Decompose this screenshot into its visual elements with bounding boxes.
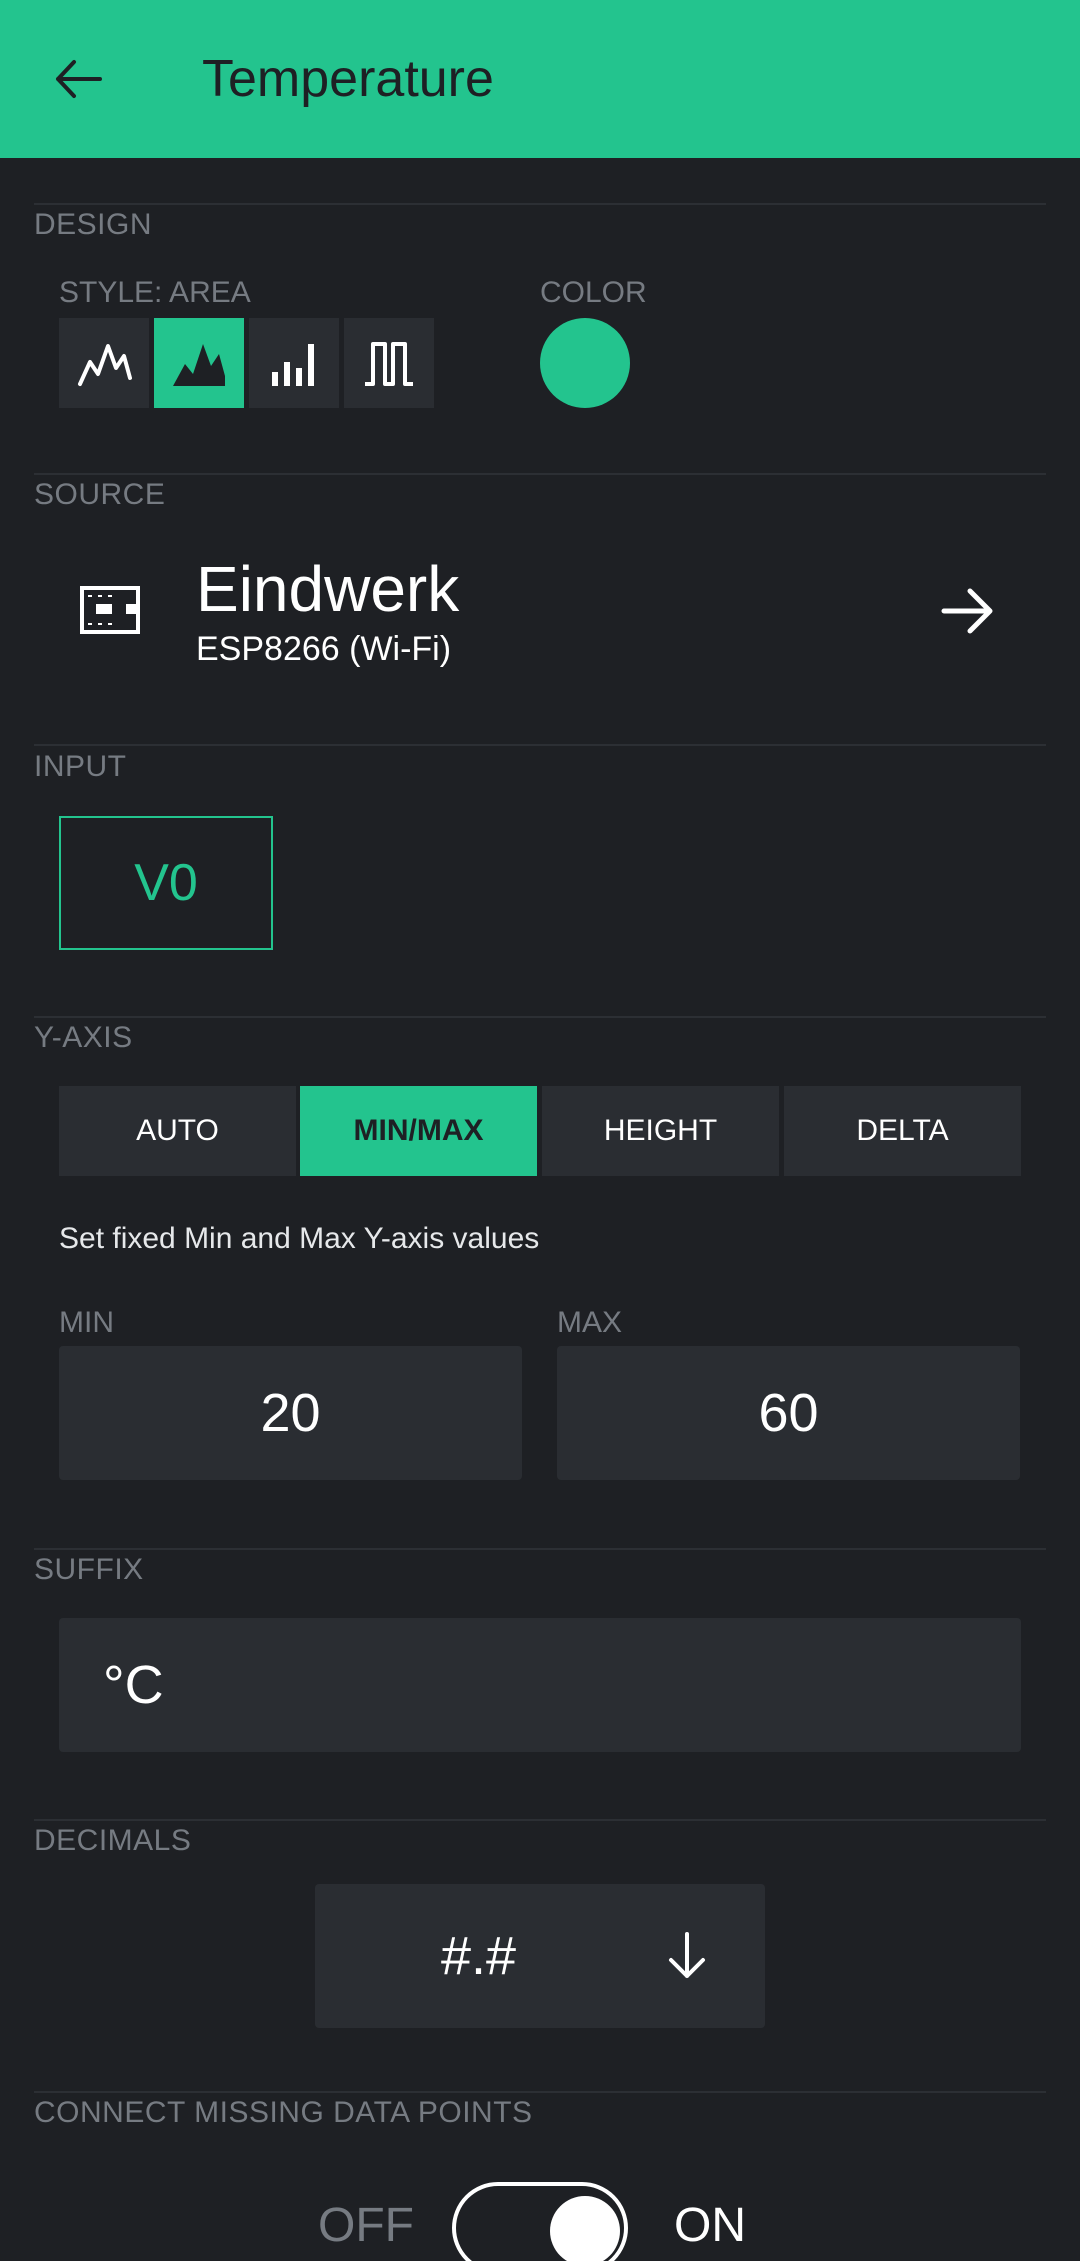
- chip-icon: [80, 586, 140, 634]
- min-value-input[interactable]: 20: [59, 1346, 522, 1480]
- section-divider: [34, 203, 1046, 205]
- style-bar-button[interactable]: [249, 318, 339, 408]
- y-axis-help-text: Set fixed Min and Max Y-axis values: [59, 1222, 540, 1255]
- decimals-value: #.#: [441, 1926, 517, 1986]
- device-name: Eindwerk: [196, 553, 460, 625]
- section-label-suffix: SUFFIX: [34, 1553, 144, 1586]
- section-label-connect-missing: CONNECT MISSING DATA POINTS: [34, 2096, 533, 2129]
- max-value-input[interactable]: 60: [557, 1346, 1020, 1480]
- max-label: MAX: [557, 1306, 623, 1339]
- source-device-row[interactable]: Eindwerk ESP8266 (Wi-Fi): [34, 540, 1046, 680]
- binary-chart-icon: [365, 342, 413, 386]
- arrow-left-icon: [56, 60, 102, 98]
- arrow-down-icon: [669, 1932, 705, 1978]
- color-picker-swatch[interactable]: [540, 318, 630, 408]
- device-model: ESP8266 (Wi-Fi): [196, 630, 452, 668]
- section-divider: [34, 1548, 1046, 1550]
- y-axis-delta-button[interactable]: DELTA: [784, 1086, 1021, 1176]
- section-divider: [34, 1016, 1046, 1018]
- section-label-design: DESIGN: [34, 208, 153, 241]
- section-divider: [34, 473, 1046, 475]
- back-button[interactable]: [48, 48, 110, 110]
- section-divider: [34, 744, 1046, 746]
- decimals-dropdown[interactable]: #.#: [315, 1884, 765, 2028]
- style-area-button[interactable]: [154, 318, 244, 408]
- arrow-right-icon: [941, 588, 993, 634]
- bar-chart-icon: [272, 344, 314, 386]
- section-label-decimals: DECIMALS: [34, 1824, 192, 1857]
- area-chart-icon: [173, 344, 225, 386]
- section-divider: [34, 1819, 1046, 1821]
- section-label-y-axis: Y-AXIS: [34, 1021, 133, 1054]
- style-label: STYLE: AREA: [59, 276, 251, 309]
- color-label: COLOR: [540, 276, 647, 309]
- section-divider: [34, 2091, 1046, 2093]
- toggle-off-label: OFF: [318, 2199, 414, 2252]
- min-label: MIN: [59, 1306, 114, 1339]
- y-axis-minmax-button[interactable]: MIN/MAX: [300, 1086, 537, 1176]
- toggle-knob: [550, 2196, 620, 2261]
- page-title: Temperature: [202, 50, 494, 108]
- section-label-source: SOURCE: [34, 478, 166, 511]
- style-line-button[interactable]: [59, 318, 149, 408]
- y-axis-auto-button[interactable]: AUTO: [59, 1086, 296, 1176]
- section-label-input: INPUT: [34, 750, 127, 783]
- style-binary-button[interactable]: [344, 318, 434, 408]
- suffix-input[interactable]: °C: [59, 1618, 1021, 1752]
- line-chart-icon: [78, 344, 132, 386]
- pin-selector[interactable]: V0: [59, 816, 273, 950]
- y-axis-height-button[interactable]: HEIGHT: [542, 1086, 779, 1176]
- toggle-on-label: ON: [674, 2199, 746, 2252]
- app-bar: Temperature: [0, 0, 1080, 158]
- connect-missing-toggle[interactable]: [452, 2182, 628, 2261]
